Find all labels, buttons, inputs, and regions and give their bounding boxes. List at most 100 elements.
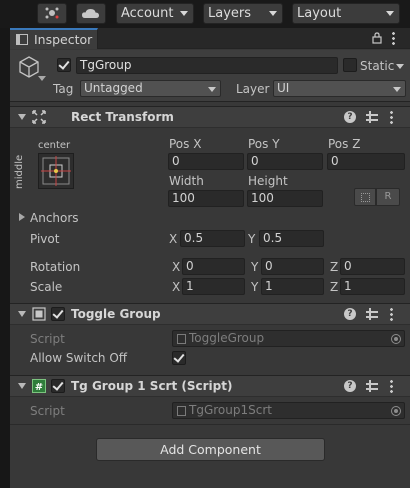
presets-icon[interactable] [366,380,378,392]
scale-z-field[interactable]: 1 [340,278,405,295]
layers-dropdown[interactable]: Layers [203,3,283,24]
scale-y-field[interactable]: 1 [261,278,324,295]
component-menu-icon[interactable] [390,110,393,124]
static-checkbox[interactable] [343,58,357,72]
toggle-group-body: Script ToggleGroup Allow Switch Off [10,326,410,372]
lock-icon[interactable] [371,32,383,44]
blueprint-mode-button[interactable] [354,188,376,206]
component-menu-icon[interactable] [390,379,393,393]
tab-inspector-label: Inspector [34,32,93,47]
width-field[interactable]: 100 [168,190,244,207]
gameobject-active-checkbox[interactable] [57,58,71,72]
foldout-arrow-icon[interactable] [18,311,26,317]
height-label: Height [248,174,288,188]
scale-label: Scale [30,280,63,294]
component-header-icons: ? [344,379,402,395]
pivot-x-field[interactable]: 0.5 [180,230,245,247]
foldout-arrow-icon[interactable] [18,383,26,389]
help-icon[interactable]: ? [344,380,356,392]
raw-edit-button[interactable]: R [376,188,400,206]
rotation-x-field[interactable]: 0 [182,258,245,275]
toggle-group-script-field: ToggleGroup [172,330,405,347]
account-dropdown-label: Account [121,6,174,21]
tg-script-body: Script TgGroup1Scrt [10,398,410,424]
layer-label: Layer [236,82,270,96]
toggle-group-script-label: Script [30,332,65,346]
toggle-group-script-value: ToggleGroup [189,331,265,345]
anchor-preset-icon [41,156,71,186]
collab-button[interactable] [37,3,67,24]
collab-icon [45,7,59,19]
component-header-icons: ? [344,307,402,323]
toggle-group-header[interactable]: Toggle Group ? [10,303,410,325]
pos-y-field[interactable]: 0 [247,153,323,170]
component-menu-icon[interactable] [390,307,393,321]
chevron-down-icon[interactable] [396,64,404,69]
help-icon[interactable]: ? [344,308,356,320]
csharp-script-icon: # [32,379,46,393]
scale-z-label: Z [330,280,339,294]
svg-text:#: # [35,382,43,393]
foldout-arrow-icon[interactable] [18,114,26,120]
layout-dropdown-label: Layout [297,6,342,21]
object-picker-icon [391,406,401,416]
anchor-presets-button[interactable] [38,153,74,189]
scale-x-field[interactable]: 1 [182,278,245,295]
tg-script-value: TgGroup1Scrt [189,403,272,417]
add-component-label: Add Component [160,442,261,457]
add-component-button[interactable]: Add Component [96,438,325,461]
chevron-down-icon [386,11,394,16]
anchors-foldout-icon[interactable] [19,213,25,221]
script-icon [177,334,186,344]
cloud-icon [82,9,99,18]
gameobject-name-field[interactable]: TgGroup [76,57,338,74]
layout-dropdown[interactable]: Layout [292,3,400,24]
tg-script-enabled-checkbox[interactable] [51,379,65,393]
pos-z-field[interactable]: 0 [327,153,405,170]
pos-x-label: Pos X [169,137,202,151]
anchor-preset-vertical-label: middle [14,154,25,189]
tag-label: Tag [53,82,74,96]
tab-inspector[interactable]: Inspector [10,28,98,49]
tab-menu-icon[interactable] [392,31,395,45]
chevron-down-icon [393,87,401,92]
cube-icon [19,56,39,78]
pos-z-label: Pos Z [328,137,361,151]
rotation-z-field[interactable]: 0 [340,258,405,275]
chevron-down-icon [208,87,216,92]
pos-x-field[interactable]: 0 [168,153,244,170]
layer-value: UI [277,81,290,95]
rect-transform-title: Rect Transform [71,110,174,124]
chevron-down-icon [269,11,277,16]
pivot-y-label: Y [248,232,256,246]
presets-icon[interactable] [366,111,378,123]
toggle-group-enabled-checkbox[interactable] [51,307,65,321]
object-picker-icon [391,334,401,344]
tag-value: Untagged [84,81,143,95]
static-label: Static [360,59,395,73]
inspector-window: Inspector TgGroup Static Tag Untagged La… [10,28,410,488]
layer-dropdown[interactable]: UI [273,80,406,97]
blueprint-icon [361,193,370,202]
tg-script-header[interactable]: # Tg Group 1 Scrt (Script) ? [10,375,410,397]
allow-switch-off-checkbox[interactable] [172,351,186,365]
rotation-y-field[interactable]: 0 [261,258,324,275]
icon-picker-caret-icon[interactable] [38,76,46,81]
top-toolbar: Account Layers Layout [0,0,410,28]
anchors-label[interactable]: Anchors [30,211,79,226]
height-field[interactable]: 100 [247,190,323,207]
width-label: Width [169,174,204,188]
raw-edit-label: R [384,191,392,202]
account-dropdown[interactable]: Account [116,3,194,24]
rect-transform-header[interactable]: Rect Transform ? [10,106,410,128]
rotation-y-label: Y [251,260,259,274]
scale-x-label: X [172,280,181,294]
toggle-group-icon [32,307,46,321]
tag-dropdown[interactable]: Untagged [80,80,221,97]
help-icon[interactable]: ? [344,111,356,123]
cloud-button[interactable] [76,3,106,24]
scale-y-label: Y [251,280,259,294]
pivot-y-field[interactable]: 0.5 [259,230,324,247]
inspector-icon [16,34,28,45]
presets-icon[interactable] [366,308,378,320]
